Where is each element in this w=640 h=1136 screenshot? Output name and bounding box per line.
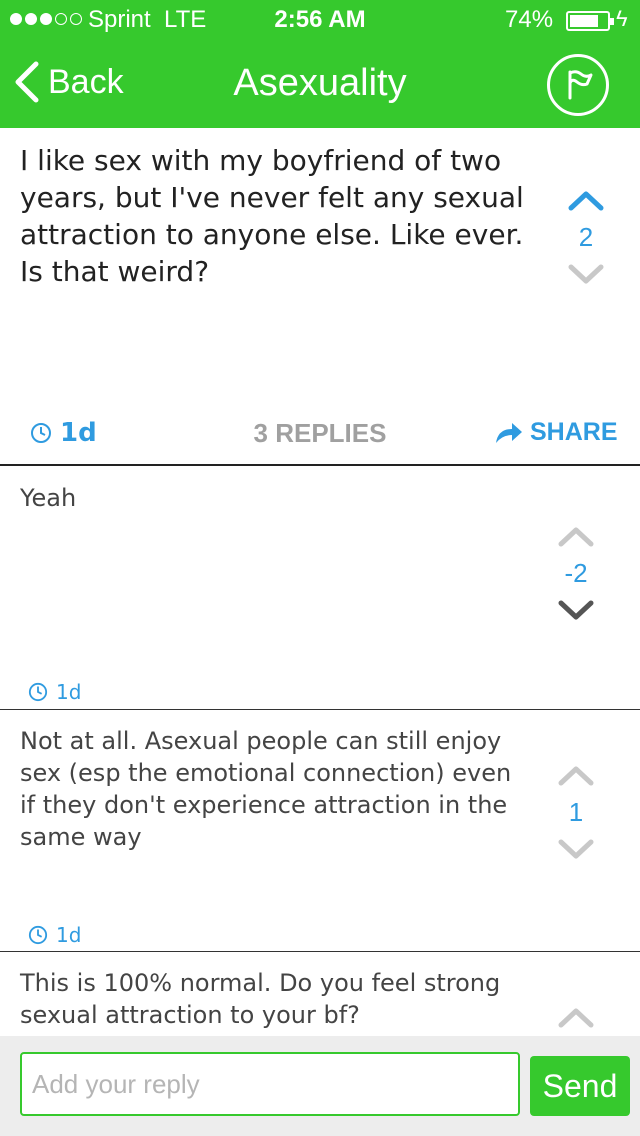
share-button[interactable]: SHARE: [494, 418, 618, 447]
flag-icon: [568, 70, 593, 100]
downvote-icon[interactable]: [558, 599, 594, 623]
charging-icon: ϟ: [616, 6, 628, 31]
reply-time-label: 1d: [56, 680, 82, 704]
reply-composer: Send: [0, 1036, 640, 1136]
reply-text: Not at all. Asexual people can still enj…: [20, 727, 512, 851]
reply-vote-control: -2: [546, 524, 606, 623]
post-vote-control: 2: [556, 188, 616, 287]
upvote-icon[interactable]: [558, 524, 594, 548]
reply-score: -2: [564, 558, 588, 588]
reply-time-label: 1d: [56, 923, 82, 947]
send-button[interactable]: Send: [530, 1056, 630, 1116]
clock-icon: [28, 925, 48, 945]
share-label: SHARE: [530, 418, 618, 446]
upvote-icon[interactable]: [558, 763, 594, 787]
reply-item: Not at all. Asexual people can still enj…: [0, 711, 640, 952]
reply-item: This is 100% normal. Do you feel strong …: [0, 953, 640, 1036]
reply-text: Yeah: [20, 484, 77, 512]
battery-icon: [566, 11, 614, 31]
clock-icon: [28, 682, 48, 702]
post-text: I like sex with my boyfriend of two year…: [20, 144, 524, 288]
app-header: Sprint LTE 2:56 AM 74% ϟ Back Asexuality: [0, 0, 640, 128]
post-footer: 1d 3 REPLIES SHARE: [0, 418, 640, 458]
flag-button[interactable]: [547, 54, 609, 116]
reply-item: Yeah -2 1d: [0, 468, 640, 710]
downvote-icon[interactable]: [568, 263, 604, 287]
reply-timestamp: 1d: [28, 680, 81, 704]
main-post: I like sex with my boyfriend of two year…: [0, 128, 640, 466]
downvote-icon[interactable]: [558, 838, 594, 862]
share-arrow-icon: [496, 422, 522, 443]
navigation-bar: Back Asexuality: [0, 40, 640, 128]
upvote-icon[interactable]: [558, 1005, 594, 1029]
reply-timestamp: 1d: [28, 923, 81, 947]
status-bar: Sprint LTE 2:56 AM 74% ϟ: [0, 0, 640, 40]
post-score: 2: [578, 222, 594, 252]
upvote-icon[interactable]: [568, 188, 604, 212]
battery-percent: 74%: [505, 6, 554, 33]
reply-vote-control: [546, 1005, 606, 1029]
reply-text: This is 100% normal. Do you feel strong …: [20, 969, 501, 1029]
page-title: Asexuality: [233, 62, 407, 104]
reply-vote-control: 1: [546, 763, 606, 862]
reply-input[interactable]: [20, 1052, 520, 1116]
reply-score: 1: [568, 797, 584, 827]
